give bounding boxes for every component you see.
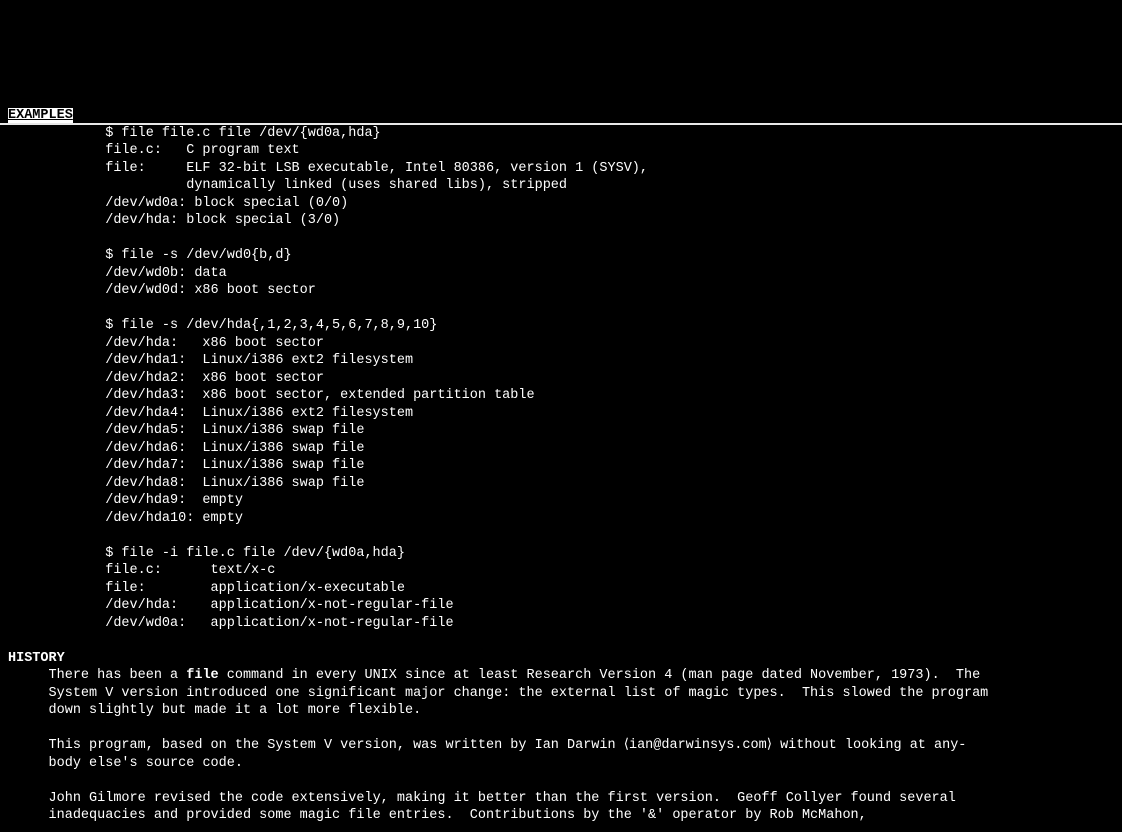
example-output-line: /dev/hda1: Linux/i386 ext2 filesystem [105, 353, 413, 368]
man-page-content: EXAMPLES $ file file.c file /dev/{wd0a,h… [8, 90, 988, 825]
section-header-history: HISTORY [8, 651, 65, 666]
example-cmd-2: $ file -s /dev/wd0{b,d} [105, 248, 291, 263]
history-text: body else's source code. [49, 756, 243, 771]
example-output-line: /dev/hda9: empty [105, 493, 243, 508]
example-output-line: /dev/hda7: Linux/i386 swap file [105, 458, 364, 473]
example-output-line: /dev/hda: block special (3/0) [105, 213, 340, 228]
example-output-line: dynamically linked (uses shared libs), s… [105, 178, 567, 193]
example-cmd-1: $ file file.c file /dev/{wd0a,hda} [105, 126, 380, 141]
history-text: command in every UNIX since at least Res… [219, 668, 981, 683]
example-output-line: /dev/hda4: Linux/i386 ext2 filesystem [105, 406, 413, 421]
section-header-examples: EXAMPLES [8, 108, 73, 123]
history-text: There has been a [49, 668, 187, 683]
example-output-line: /dev/hda5: Linux/i386 swap file [105, 423, 364, 438]
example-output-line: /dev/hda: application/x-not-regular-file [105, 598, 453, 613]
example-output-line: /dev/wd0b: data [105, 266, 227, 281]
example-output-line: /dev/hda8: Linux/i386 swap file [105, 476, 364, 491]
example-output-line: /dev/hda3: x86 boot sector, extended par… [105, 388, 534, 403]
example-output-line: file: application/x-executable [105, 581, 405, 596]
example-output-line: /dev/wd0a: application/x-not-regular-fil… [105, 616, 453, 631]
terminal-window[interactable]: EXAMPLES $ file file.c file /dev/{wd0a,h… [0, 88, 1122, 832]
example-output-line: file.c: C program text [105, 143, 299, 158]
history-text: inadequacies and provided some magic fil… [49, 808, 867, 823]
history-text: System V version introduced one signific… [49, 686, 989, 701]
history-keyword-file: file [186, 668, 218, 683]
example-output-line: /dev/hda6: Linux/i386 swap file [105, 441, 364, 456]
example-cmd-3: $ file -s /dev/hda{,1,2,3,4,5,6,7,8,9,10… [105, 318, 437, 333]
history-text: John Gilmore revised the code extensivel… [49, 791, 956, 806]
example-output-line: /dev/wd0d: x86 boot sector [105, 283, 316, 298]
example-output-line: /dev/hda10: empty [105, 511, 243, 526]
example-output-line: file: ELF 32-bit LSB executable, Intel 8… [105, 161, 648, 176]
example-output-line: file.c: text/x-c [105, 563, 275, 578]
example-output-line: /dev/wd0a: block special (0/0) [105, 196, 348, 211]
example-output-line: /dev/hda: x86 boot sector [105, 336, 324, 351]
example-cmd-4: $ file -i file.c file /dev/{wd0a,hda} [105, 546, 405, 561]
history-text: This program, based on the System V vers… [49, 738, 967, 753]
example-output-line: /dev/hda2: x86 boot sector [105, 371, 324, 386]
history-text: down slightly but made it a lot more fle… [49, 703, 422, 718]
